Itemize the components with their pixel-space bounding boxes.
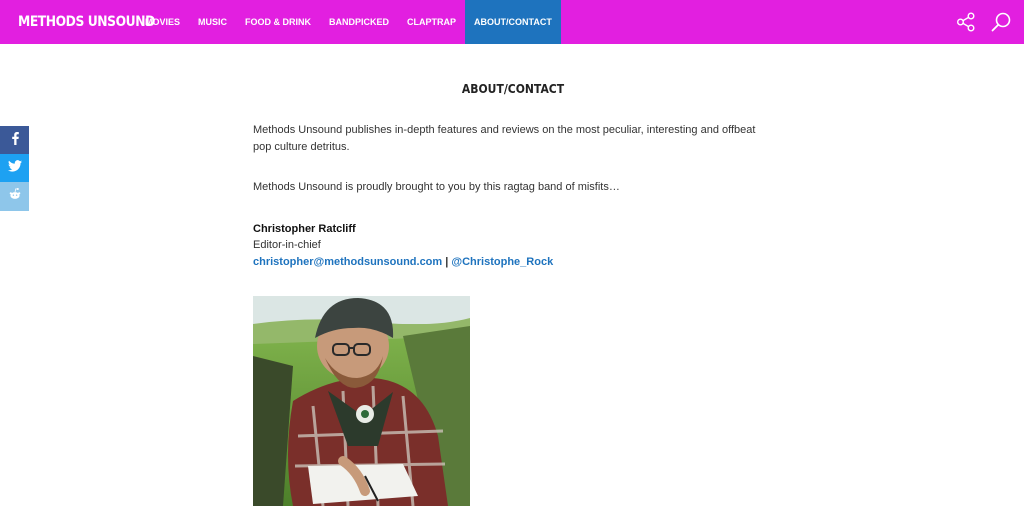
nav-item-about-contact[interactable]: ABOUT/CONTACT [465,0,561,44]
twitter-icon [7,159,22,177]
facebook-icon [10,131,20,150]
crew-intro-paragraph: Methods Unsound is proudly brought to yo… [253,181,620,193]
site-logo[interactable]: METHODS UNSOUND [18,14,155,30]
nav-item-music[interactable]: MUSIC [189,0,236,44]
nav-item-claptrap[interactable]: CLAPTRAP [398,0,465,44]
main-nav: MOVIES MUSIC FOOD & DRINK BANDPICKED CLA… [136,0,561,44]
facebook-share-button[interactable] [0,126,29,154]
search-icon[interactable] [990,11,1012,33]
reddit-share-button[interactable] [0,182,29,211]
twitter-handle-link[interactable]: @Christophe_Rock [451,256,553,268]
page-title: ABOUT/CONTACT [461,82,565,96]
person-contact: christopher@methodsunsound.com | @Christ… [253,256,553,268]
email-link[interactable]: christopher@methodsunsound.com [253,256,442,268]
header-actions [956,0,1012,44]
share-icon[interactable] [956,12,976,32]
contact-separator: | [445,256,449,268]
twitter-share-button[interactable] [0,154,29,182]
reddit-icon [8,187,22,206]
top-navigation-bar: METHODS UNSOUND MOVIES MUSIC FOOD & DRIN… [0,0,1024,44]
nav-item-food-drink[interactable]: FOOD & DRINK [236,0,320,44]
person-name: Christopher Ratcliff [253,223,356,235]
intro-paragraph: Methods Unsound publishes in-depth featu… [253,124,756,153]
profile-photo [253,296,470,506]
nav-item-bandpicked[interactable]: BANDPICKED [320,0,398,44]
social-share-bar [0,126,29,211]
person-role: Editor-in-chief [253,239,321,251]
